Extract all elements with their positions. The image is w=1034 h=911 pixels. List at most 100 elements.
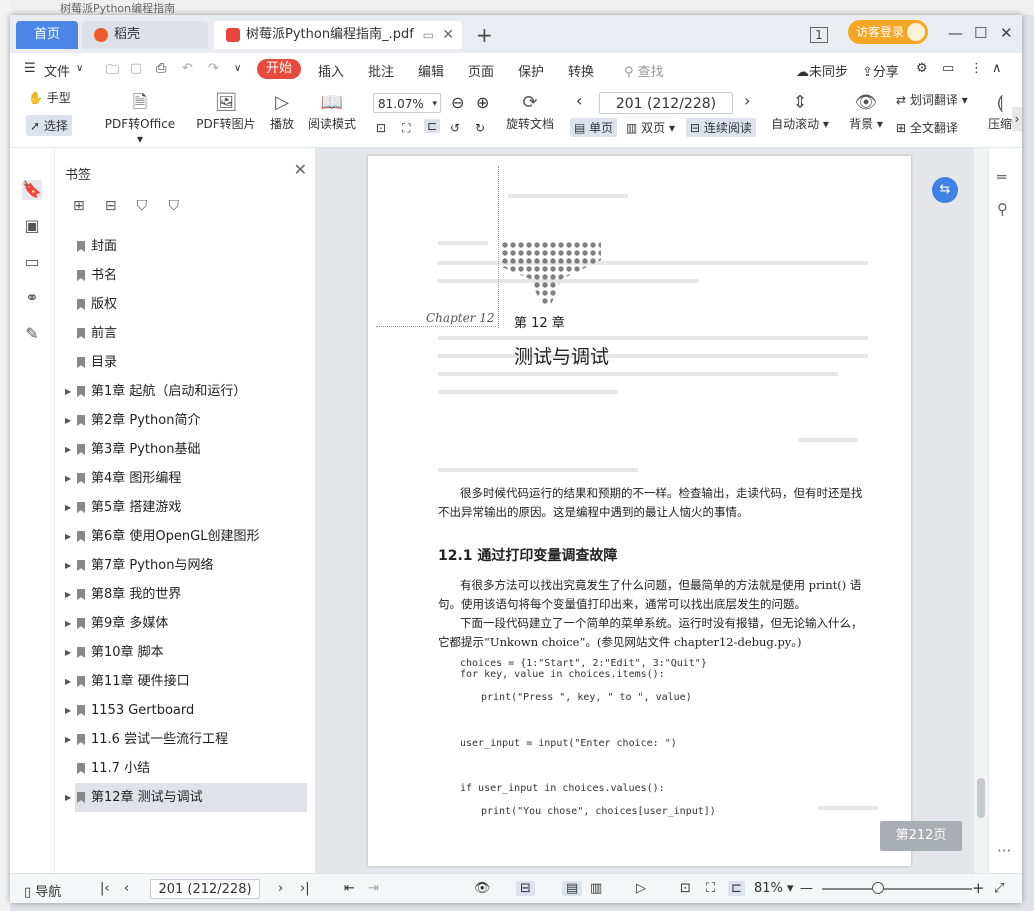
- expand-arrow-icon[interactable]: ▶: [65, 464, 71, 493]
- nav-toggle[interactable]: ▯ 导航: [24, 881, 61, 900]
- menu-convert[interactable]: 转换: [568, 61, 594, 80]
- bookmark-item[interactable]: 版权: [55, 290, 315, 319]
- panel-toggle-icon[interactable]: ═: [997, 168, 1006, 186]
- expand-arrow-icon[interactable]: ▶: [65, 667, 71, 696]
- add-child-bookmark-icon[interactable]: ⊟: [105, 198, 123, 214]
- first-page-icon[interactable]: |‹: [100, 881, 110, 896]
- hand-tool-button[interactable]: ✋ 手型: [28, 89, 71, 106]
- maximize-button[interactable]: ☐: [974, 21, 987, 45]
- print-icon[interactable]: ⎙: [156, 61, 166, 76]
- zoom-in-icon[interactable]: ⊕: [476, 93, 489, 112]
- bookmark-item[interactable]: ▶ 11.6 尝试一些流行工程: [55, 725, 315, 754]
- rotate-document-button[interactable]: ⟳ 旋转文档: [504, 91, 556, 132]
- add-tab-button[interactable]: +: [476, 21, 493, 49]
- expand-arrow-icon[interactable]: ▶: [65, 783, 71, 812]
- fit-page-icon[interactable]: ⛶: [706, 881, 715, 896]
- actual-size-icon[interactable]: ⊡: [376, 121, 386, 135]
- search-icon[interactable]: ⚲: [997, 200, 1008, 218]
- expand-arrow-icon[interactable]: ▶: [65, 493, 71, 522]
- login-button[interactable]: 访客登录: [848, 20, 928, 44]
- menu-file[interactable]: 文件: [44, 61, 70, 80]
- bookmark-item[interactable]: ▶ 第3章 Python基础: [55, 435, 315, 464]
- zoom-slider-handle[interactable]: [872, 882, 884, 894]
- word-translate-button[interactable]: ⇄ 划词翻译 ▾: [896, 91, 968, 108]
- scrollbar-thumb[interactable]: [977, 778, 985, 818]
- rotate-left-icon[interactable]: ↺: [450, 121, 460, 135]
- floating-convert-button[interactable]: ⇆: [932, 177, 958, 203]
- signature-icon[interactable]: ✎: [22, 324, 42, 344]
- chevron-down-icon[interactable]: ∨: [76, 63, 83, 74]
- attachment-icon[interactable]: ⚭: [22, 288, 42, 308]
- prev-page-icon[interactable]: ‹: [576, 91, 582, 110]
- document-viewport[interactable]: Chapter 12 第 12 章 测试与调试 很多时候代码运行的结果和预期的不…: [316, 148, 974, 873]
- pdf-to-office-button[interactable]: 🗎 PDF转Office ▾: [100, 91, 180, 146]
- close-tab-icon[interactable]: ✕: [442, 21, 454, 49]
- comment-icon[interactable]: ▭: [22, 252, 42, 272]
- expand-arrow-icon[interactable]: ▶: [65, 609, 71, 638]
- quick-access-chevron-icon[interactable]: ∨: [234, 63, 241, 74]
- expand-arrow-icon[interactable]: ▶: [65, 522, 71, 551]
- zoom-select[interactable]: 81.07% ▾: [373, 93, 441, 113]
- expand-arrow-icon[interactable]: ▶: [65, 377, 71, 406]
- bookmark-item[interactable]: 11.7 小结: [55, 754, 315, 783]
- collapse-ribbon-icon[interactable]: ∧: [992, 61, 1002, 76]
- pin-icon[interactable]: ▭: [423, 21, 434, 49]
- zoom-slider[interactable]: [822, 888, 972, 890]
- expand-arrow-icon[interactable]: ▶: [65, 638, 71, 667]
- status-page-input[interactable]: 201 (212/228): [150, 879, 260, 899]
- expand-arrow-icon[interactable]: ▶: [65, 551, 71, 580]
- save-icon[interactable]: ▢: [130, 61, 142, 76]
- next-page-icon[interactable]: ›: [278, 881, 283, 896]
- bookmark-item[interactable]: ▶ 第4章 图形编程: [55, 464, 315, 493]
- thumbnail-icon[interactable]: ▣: [22, 216, 42, 236]
- zoom-out-icon[interactable]: ⊖: [451, 93, 464, 112]
- close-window-button[interactable]: ✕: [1000, 21, 1013, 45]
- menu-page[interactable]: 页面: [468, 61, 494, 80]
- bookmark-item[interactable]: ▶ 1153 Gertboard: [55, 696, 315, 725]
- tab-pdf-document[interactable]: 树莓派Python编程指南_.pdf ▭ ✕: [214, 21, 462, 49]
- add-bookmark-icon[interactable]: ⊞: [73, 198, 91, 214]
- close-icon[interactable]: ✕: [294, 160, 307, 179]
- double-page-button[interactable]: ▥ 双页 ▾: [626, 119, 675, 136]
- bookmark-item[interactable]: 封面: [55, 232, 315, 261]
- menu-start[interactable]: 开始: [257, 59, 301, 79]
- prev-page-icon[interactable]: ‹: [124, 881, 129, 896]
- settings-icon[interactable]: ⚙: [916, 61, 928, 76]
- double-page-icon[interactable]: ▥: [590, 881, 602, 896]
- vertical-scrollbar[interactable]: [974, 148, 988, 873]
- bookmark-item[interactable]: ▶ 第11章 硬件接口: [55, 667, 315, 696]
- menu-comment[interactable]: 批注: [368, 61, 394, 80]
- bookmark-item[interactable]: ▶ 第5章 搭建游戏: [55, 493, 315, 522]
- continuous-icon[interactable]: ⊟: [516, 881, 535, 896]
- zoom-out-icon[interactable]: —: [800, 881, 813, 896]
- continuous-read-button[interactable]: ⊟ 连续阅读: [686, 118, 756, 137]
- bookmark-item[interactable]: ▶ 第7章 Python与网络: [55, 551, 315, 580]
- fullscreen-icon[interactable]: ⤢: [994, 881, 1004, 896]
- expand-arrow-icon[interactable]: ▶: [65, 435, 71, 464]
- bookmark-item[interactable]: ▶ 第10章 脚本: [55, 638, 315, 667]
- feedback-icon[interactable]: ▭: [942, 61, 954, 76]
- full-translate-button[interactable]: ⊞ 全文翻译: [896, 119, 958, 136]
- bookmark-item[interactable]: ▶ 第6章 使用OpenGL创建图形: [55, 522, 315, 551]
- single-page-button[interactable]: ▤ 单页: [570, 118, 618, 137]
- expand-arrow-icon[interactable]: ▶: [65, 725, 71, 754]
- page-number-input[interactable]: 201 (212/228): [599, 92, 733, 114]
- rotate-right-icon[interactable]: ↻: [475, 121, 485, 135]
- expand-arrow-icon[interactable]: ▶: [65, 406, 71, 435]
- bookmark-add-icon[interactable]: ⛉: [137, 198, 155, 214]
- read-mode-button[interactable]: 📖 阅读模式: [306, 91, 358, 132]
- search-box[interactable]: ⚲ 查找: [624, 61, 664, 80]
- menu-edit[interactable]: 编辑: [418, 61, 444, 80]
- layout-icon[interactable]: 1: [810, 27, 828, 43]
- minimize-button[interactable]: —: [948, 21, 963, 45]
- tab-daoke[interactable]: 稻壳: [82, 21, 208, 49]
- status-zoom[interactable]: 81% ▾: [754, 881, 794, 896]
- fit-width-icon[interactable]: ⊏: [728, 881, 745, 896]
- back-icon[interactable]: ⇤: [344, 881, 355, 896]
- menu-protect[interactable]: 保护: [518, 61, 544, 80]
- last-page-icon[interactable]: ›|: [300, 881, 310, 896]
- pdf-to-image-button[interactable]: 🖼 PDF转图片: [194, 91, 258, 132]
- bookmark-item[interactable]: ▶ 第1章 起航（启动和运行）: [55, 377, 315, 406]
- open-folder-icon[interactable]: 🗀: [106, 61, 119, 83]
- next-page-icon[interactable]: ›: [744, 91, 750, 110]
